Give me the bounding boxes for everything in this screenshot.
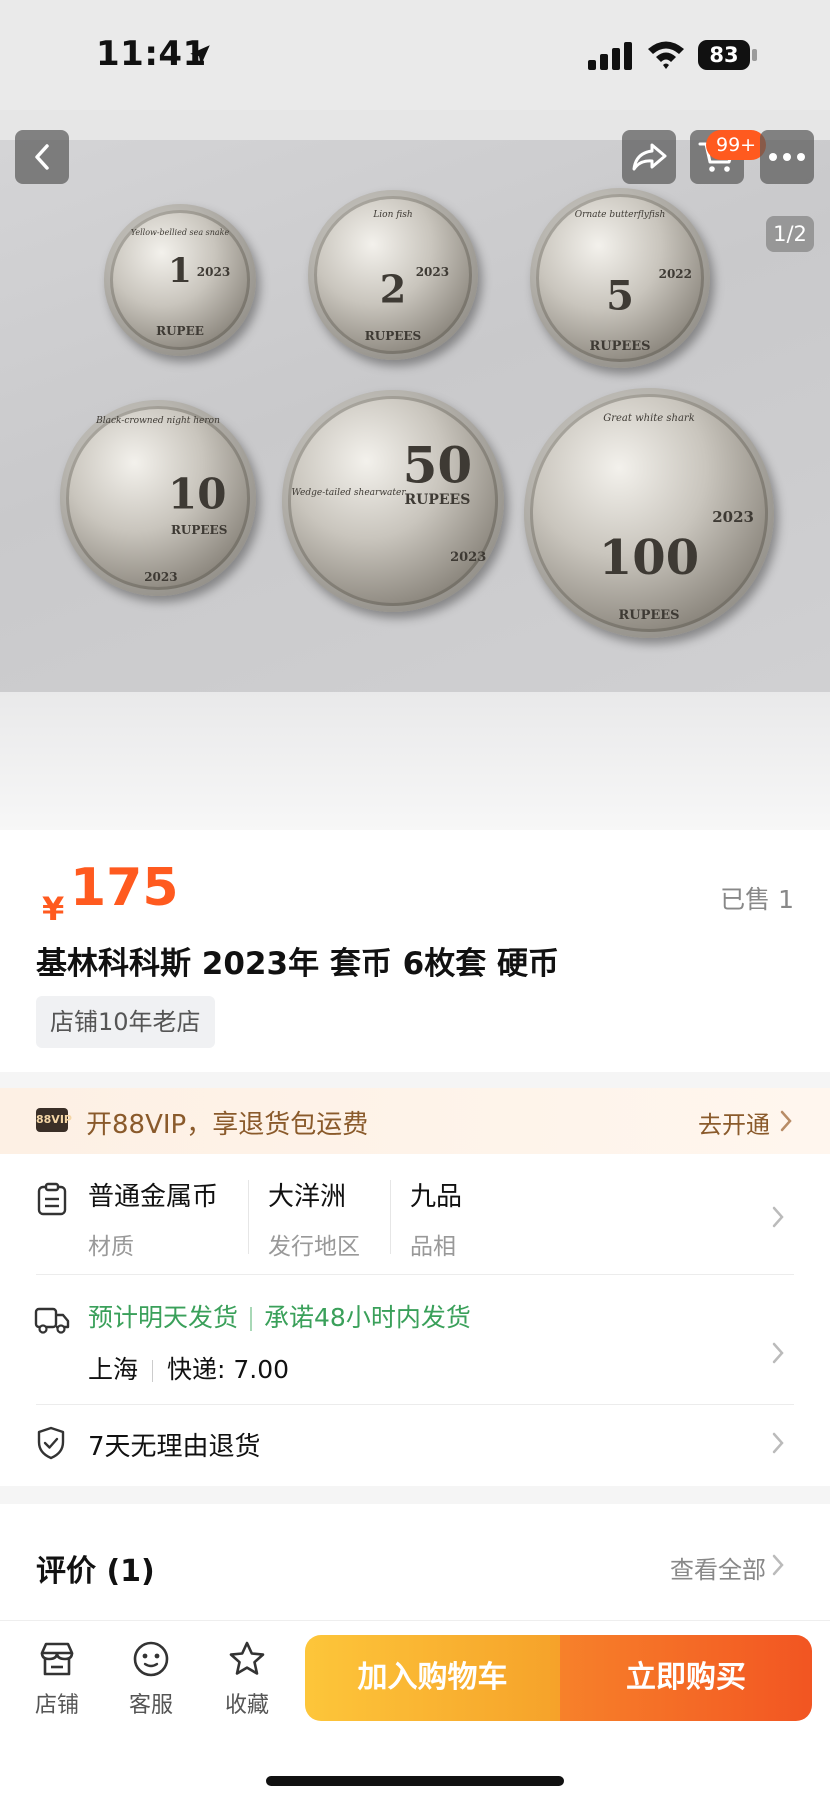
vip-activate-link[interactable]: 去开通 (698, 1105, 770, 1140)
gallery-page-indicator: 1/2 (766, 216, 814, 252)
buy-now-button[interactable]: 立即购买 (560, 1635, 812, 1721)
chevron-right-icon (772, 1432, 784, 1454)
home-indicator[interactable] (266, 1776, 564, 1786)
coin-10-rupees: Black-crowned night heron 10 RUPEES 2023 (60, 400, 256, 596)
status-bar: 11:41 83 (0, 0, 830, 110)
share-button[interactable] (622, 130, 676, 184)
back-button[interactable] (15, 130, 69, 184)
view-all-reviews-link[interactable]: 查看全部 (670, 1550, 766, 1585)
returns-policy: 7天无理由退货 (88, 1432, 261, 1462)
attr-region: 大洋洲 发行地区 (268, 1182, 360, 1260)
shield-check-icon (37, 1426, 65, 1460)
star-icon (229, 1641, 265, 1675)
chevron-right-icon (772, 1206, 784, 1228)
price-value: 175 (70, 858, 179, 918)
vip-banner[interactable]: 88VIP 开88VIP，享退货包运费 去开通 (0, 1088, 830, 1154)
share-icon (632, 143, 667, 171)
vip-logo: 88VIP (36, 1108, 72, 1132)
customer-service-icon (133, 1641, 169, 1677)
product-gallery[interactable]: Yellow-bellied sea snake 1 2023 RUPEE Li… (0, 110, 830, 830)
product-details-card: 普通金属币 材质 大洋洲 发行地区 九品 品相 预计明天发货 承诺48小时内发货 … (0, 1154, 830, 1486)
battery-indicator: 83 (698, 40, 758, 70)
chevron-right-icon (772, 1342, 784, 1364)
shop-age-tag: 店铺10年老店 (36, 996, 215, 1048)
more-button[interactable] (760, 130, 814, 184)
coin-5-rupees: Ornate butterflyfish 5 2022 RUPEES (530, 188, 710, 368)
shipping-origin-fee: 上海 快递: 7.00 (88, 1350, 289, 1386)
shipping-origin: 上海 (88, 1355, 139, 1384)
reviews-title: 评价 (1) (36, 1554, 155, 1589)
coin-100-rupees: Great white shark 2023 100 RUPEES (524, 388, 774, 638)
reviews-section: 评价 (1) 查看全部 (0, 1504, 830, 1620)
attr-material: 普通金属币 材质 (88, 1182, 219, 1260)
chevron-left-icon (35, 144, 49, 170)
shipping-eta: 预计明天发货 承诺48小时内发货 (88, 1303, 471, 1332)
chevron-right-icon (772, 1554, 784, 1576)
shipping-fee: 快递: 7.00 (167, 1355, 290, 1384)
chevron-right-icon (780, 1110, 792, 1132)
tab-shop[interactable]: 店铺 (22, 1639, 92, 1719)
product-info: ¥ 175 已售 1 基林科科斯 2023年 套币 6枚套 硬币 店铺10年老店 (0, 830, 830, 1072)
add-to-cart-button[interactable]: 加入购物车 (305, 1635, 560, 1721)
attr-grade: 九品 品相 (410, 1182, 463, 1260)
cart-count-badge: 99+ (706, 130, 767, 160)
product-photo[interactable]: Yellow-bellied sea snake 1 2023 RUPEE Li… (0, 140, 830, 692)
wifi-icon (648, 41, 684, 69)
bottom-action-bar: 店铺 客服 收藏 加入购物车 立即购买 (0, 1620, 830, 1800)
delivery-truck-icon (34, 1307, 70, 1334)
tab-favorite[interactable]: 收藏 (212, 1639, 282, 1719)
vip-promo-text: 开88VIP，享退货包运费 (86, 1110, 369, 1140)
battery-level: 83 (698, 40, 750, 70)
location-arrow-icon (190, 45, 210, 65)
cellular-signal-icon (588, 42, 632, 70)
product-title: 基林科科斯 2023年 套币 6枚套 硬币 (36, 946, 560, 982)
more-dots-icon (769, 153, 805, 161)
shipping-promise: 承诺48小时内发货 (264, 1303, 471, 1332)
tab-customer-service[interactable]: 客服 (116, 1639, 186, 1719)
store-icon (40, 1642, 74, 1676)
price-currency: ¥ (42, 890, 65, 928)
coin-1-rupee: Yellow-bellied sea snake 1 2023 RUPEE (104, 204, 256, 356)
coin-50-rupees: Wedge-tailed shearwater 50 RUPEES 2023 (282, 390, 504, 612)
clipboard-icon (37, 1182, 67, 1216)
coin-2-rupees: Lion fish 2 2023 RUPEES (308, 190, 478, 360)
sold-count: 已售 1 (720, 885, 794, 914)
